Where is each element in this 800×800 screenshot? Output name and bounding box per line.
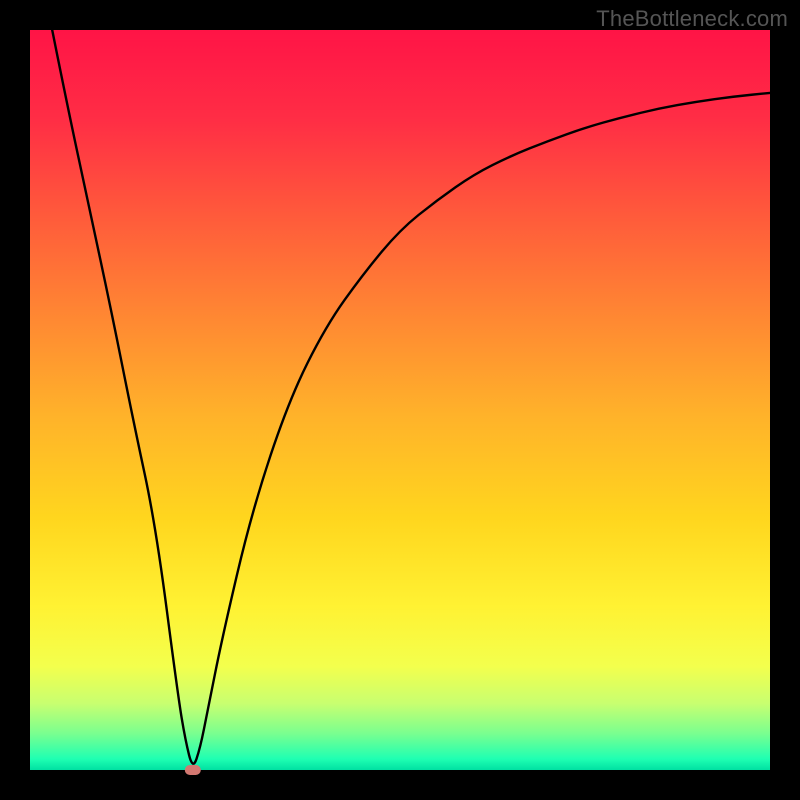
watermark-text: TheBottleneck.com	[596, 6, 788, 32]
optimal-marker	[185, 765, 201, 775]
plot-background	[30, 30, 770, 770]
chart-canvas	[0, 0, 800, 800]
chart-frame: TheBottleneck.com	[0, 0, 800, 800]
